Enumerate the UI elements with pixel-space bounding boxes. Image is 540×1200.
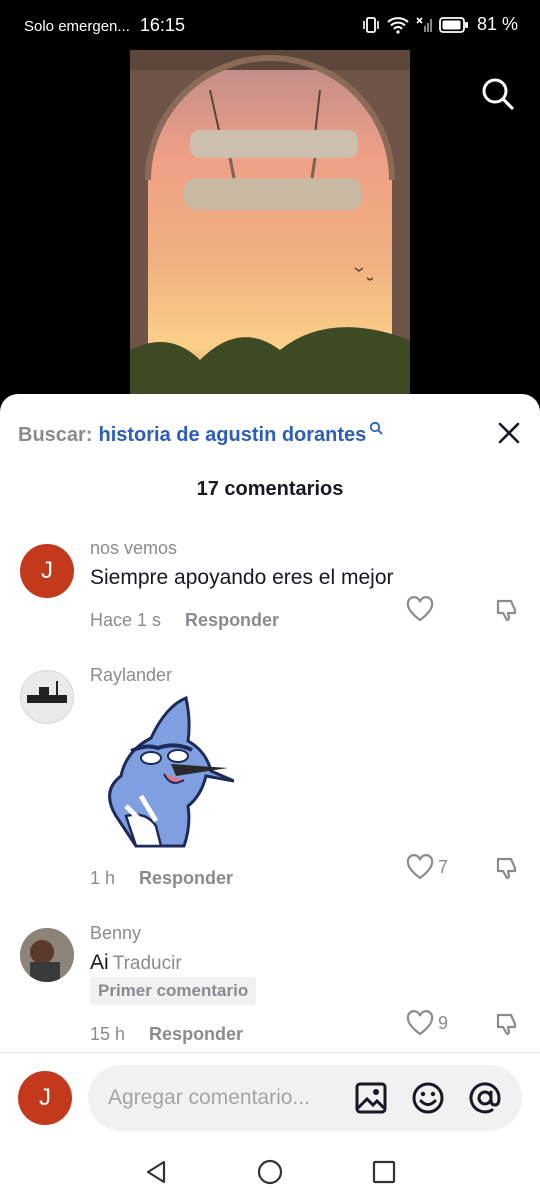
reply-button[interactable]: Responder	[149, 1024, 243, 1045]
like-button[interactable]	[406, 596, 438, 622]
translate-link[interactable]: Traducir	[113, 953, 182, 974]
reply-button[interactable]: Responder	[185, 610, 279, 631]
search-query-link[interactable]: historia de agustin dorantes	[98, 424, 366, 447]
carrier-label: Solo emergen...	[24, 18, 130, 35]
comment-username[interactable]: Raylander	[90, 665, 172, 686]
reply-button[interactable]: Responder	[139, 868, 233, 889]
system-nav-bar	[0, 1142, 540, 1200]
status-bar: Solo emergen... 16:15 81 %	[0, 0, 540, 52]
comment-username[interactable]: nos vemos	[90, 538, 177, 559]
like-count: 9	[438, 1012, 449, 1033]
heart-icon	[406, 1010, 434, 1036]
comment-input-placeholder: Agregar comentario...	[108, 1086, 310, 1109]
avatar[interactable]: J	[18, 1071, 72, 1125]
thumbs-down-icon[interactable]	[494, 1012, 520, 1038]
heart-icon	[406, 854, 434, 880]
avatar[interactable]: J	[20, 544, 74, 598]
first-comment-badge: Primer comentario	[90, 977, 257, 1005]
comment-meta: Hace 1 s Responder	[90, 610, 279, 631]
close-icon[interactable]	[496, 420, 522, 446]
emoji-icon[interactable]	[411, 1081, 445, 1115]
heart-icon	[406, 596, 434, 622]
sticker-image	[108, 696, 234, 848]
comment-input-bar: J Agregar comentario...	[0, 1052, 540, 1142]
comment-meta: 15 h Responder	[90, 1024, 243, 1045]
thumbs-down-icon[interactable]	[494, 598, 520, 624]
battery-percent: 81 %	[476, 14, 518, 34]
comment-text: Ai Traducir	[90, 951, 182, 974]
vibrate-icon	[363, 16, 379, 33]
comment-text: Siempre apoyando eres el mejor	[90, 566, 394, 589]
comment-time: 1 h	[90, 868, 116, 888]
at-icon[interactable]	[468, 1081, 502, 1115]
avatar[interactable]	[20, 928, 74, 982]
like-count: 7	[438, 856, 449, 877]
wifi-icon	[387, 16, 409, 34]
like-button[interactable]: 7	[406, 854, 448, 880]
comment-input[interactable]: Agregar comentario...	[88, 1065, 522, 1131]
search-suggestion[interactable]: Buscar: historia de agustin dorantes	[18, 420, 522, 450]
back-icon[interactable]	[142, 1158, 170, 1186]
avatar-image	[27, 681, 67, 703]
battery-icon	[439, 16, 468, 33]
video-frame-illustration	[130, 50, 410, 400]
clock: 16:15	[139, 15, 185, 35]
home-icon[interactable]	[256, 1158, 284, 1186]
like-button[interactable]: 9	[406, 1010, 448, 1036]
recents-icon[interactable]	[370, 1158, 398, 1186]
comment-username[interactable]: Benny	[90, 923, 141, 944]
no-signal-icon	[416, 16, 432, 32]
comment-time: Hace 1 s	[90, 610, 162, 630]
comment-time: 15 h	[90, 1024, 126, 1044]
avatar-image	[20, 928, 74, 982]
comments-count: 17 comentarios	[196, 478, 344, 500]
video-preview[interactable]	[130, 50, 410, 400]
search-icon	[370, 421, 383, 435]
image-icon[interactable]	[354, 1081, 388, 1115]
comment-meta: 1 h Responder	[90, 868, 233, 889]
thumbs-down-icon[interactable]	[494, 856, 520, 882]
search-icon[interactable]	[480, 76, 516, 112]
search-prefix: Buscar:	[18, 423, 93, 446]
avatar[interactable]	[20, 670, 74, 724]
